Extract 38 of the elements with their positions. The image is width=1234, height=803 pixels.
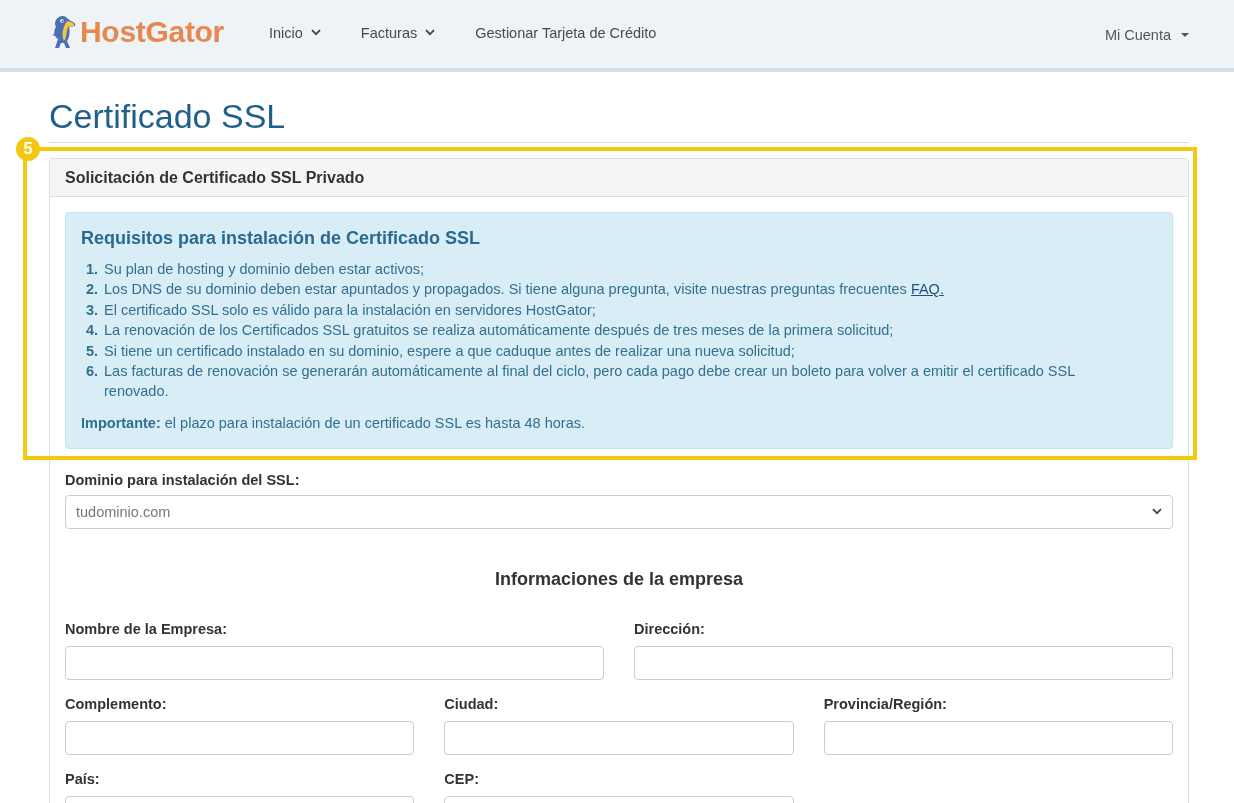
nav-link[interactable]: Facturas xyxy=(340,22,456,43)
requirement-text: El certificado SSL solo es válido para la instalación en servidores HostGator; xyxy=(104,300,597,320)
field-label: Ciudad: xyxy=(444,694,500,714)
requirement-text: Su plan de hosting y dominio deben estar activos; xyxy=(104,260,425,279)
section-title: Informaciones de la empresa xyxy=(493,567,745,590)
text-input[interactable] xyxy=(65,645,604,680)
list-number: 6. xyxy=(85,362,100,382)
text-input[interactable] xyxy=(823,720,1173,755)
requirement-text: Las facturas de renovación se generarán automáticamente al final del ciclo, pero cada pago debe crear un boleto para volver a emitir el certificado SSL renovado. xyxy=(104,362,1076,402)
requirement-text: Si tiene un certificado instalado en su dominio, espere a que caduque antes de realizar una nueva solicitud; xyxy=(104,341,796,361)
text-input[interactable] xyxy=(634,645,1173,680)
faq-link[interactable]: FAQ. xyxy=(910,281,944,298)
account-menu[interactable]: Mi Cuenta xyxy=(1104,24,1189,45)
panel-heading: Solicitación de Certificado SSL Privado xyxy=(50,159,1188,197)
list-number: 5. xyxy=(85,341,100,361)
requirement-text: La renovación de los Certificados SSL gratuitos se realiza automáticamente después de tres meses de la primera solicitud; xyxy=(104,321,895,341)
important-note: Importante: el plazo para instalación de un certificado SSL es hasta 48 horas. xyxy=(81,413,586,433)
field-label: Complemento: xyxy=(65,694,168,714)
nav-link[interactable]: Gestionar Tarjeta de Crédito xyxy=(455,22,677,43)
info-title: Requisitos para instalación de Certificado SSL xyxy=(81,227,482,249)
list-number: 4. xyxy=(85,321,100,341)
requirement-text: Los DNS de su dominio deben estar apuntados y propagados. Si tiene alguna pregunta, visite nuestras preguntas frecuentes FAQ. xyxy=(104,280,945,300)
field-label: Nombre de la Empresa: xyxy=(65,619,228,639)
page-title: Certificado SSL xyxy=(49,96,287,136)
nav-link[interactable]: Inicio xyxy=(249,22,341,43)
step-badge: 5 xyxy=(16,137,40,161)
list-number: 1. xyxy=(85,260,100,279)
field-label: Provincia/Región: xyxy=(823,694,948,714)
field-label: Dominio para instalación del SSL: xyxy=(65,470,301,490)
field-label: País: xyxy=(65,769,101,789)
text-input[interactable] xyxy=(444,720,794,755)
field-label: CEP: xyxy=(444,769,480,789)
chevron-down-icon xyxy=(1152,508,1162,516)
domain-select[interactable]: tudominio.com xyxy=(65,494,1173,529)
list-number: 3. xyxy=(85,300,100,320)
field-label: Dirección: xyxy=(634,619,706,639)
list-number: 2. xyxy=(85,280,100,300)
text-input[interactable] xyxy=(65,720,415,755)
